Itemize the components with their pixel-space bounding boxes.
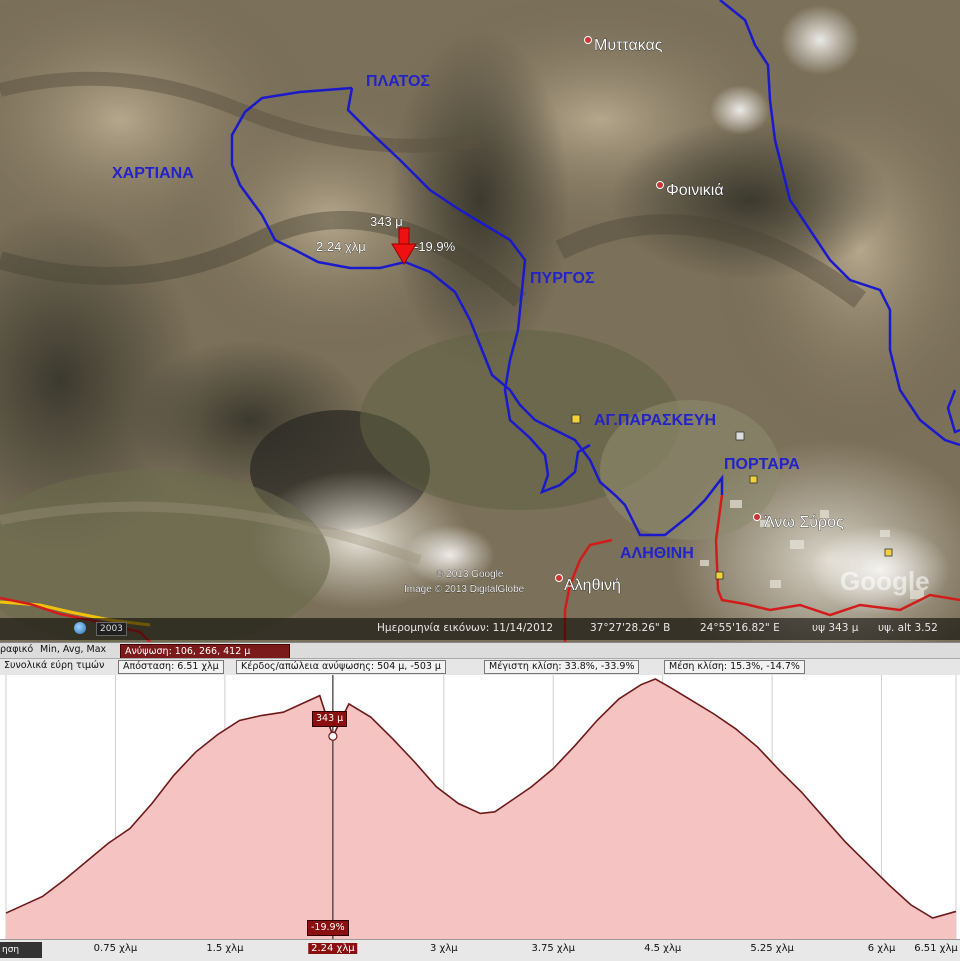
latitude-readout: 37°27'28.26" B: [590, 622, 671, 634]
church-icon: [735, 431, 745, 441]
historical-imagery-globe-icon[interactable]: [74, 622, 86, 634]
church-icon: [884, 548, 893, 557]
x-tick-label: 6.51 χλμ: [914, 943, 958, 954]
x-tick-label: 6 χλμ: [867, 943, 896, 954]
profile-x-axis: ηση 0.75 χλμ 1.5 χλμ 2.24 χλμ 3 χλμ 3.75 χλμ…: [0, 939, 960, 961]
place-pin-muttakas[interactable]: [584, 36, 592, 44]
place-label-ano-syros: Άνω Σύρος: [764, 514, 844, 531]
label-chartiana: ΧΑΡΤΙΑΝΑ: [112, 165, 194, 182]
min-avg-max-label[interactable]: Min, Avg, Max: [40, 644, 106, 655]
elevation-summary-badge[interactable]: Ανύψωση: 106, 266, 412 μ: [120, 644, 290, 659]
gain-loss-summary: Κέρδος/απώλεια ανύψωσης: 504 μ, -503 μ: [236, 660, 446, 674]
graph-label[interactable]: ραφικό: [0, 644, 33, 655]
church-icon: [715, 571, 724, 580]
terrain-texture: [0, 0, 960, 642]
profile-area: [6, 679, 956, 939]
x-tick-label: 5.25 χλμ: [750, 943, 794, 954]
elevation-readout: υψ 343 μ: [812, 622, 859, 634]
eye-alt-readout: υψ. alt 3.52: [878, 622, 938, 634]
historical-year-badge[interactable]: 2003: [96, 622, 127, 636]
satellite-map[interactable]: ΠΛΑΤΟΣ ΧΑΡΤΙΑΝΑ ΠΥΡΓΟΣ ΑΓ.ΠΑΡΑΣΚΕΥΗ ΠΟΡΤ…: [0, 0, 960, 642]
x-tick-label: 0.75 χλμ: [93, 943, 138, 954]
place-label-alithini: Αληθινή: [564, 577, 621, 594]
label-portara: ΠΟΡΤΑΡΑ: [724, 456, 800, 473]
label-alithini-caps: ΑΛΗΘΙΝΗ: [620, 545, 694, 562]
label-pyrgos: ΠΥΡΓΟΣ: [530, 270, 595, 287]
profile-header-row2: Συνολικά εύρη τιμών Απόσταση: 6.51 χλμ Κ…: [0, 658, 960, 676]
place-pin-ano-syros[interactable]: [753, 513, 761, 521]
cursor-slope-tag: -19.9%: [307, 920, 349, 936]
x-tick-label: 3 χλμ: [429, 943, 458, 954]
copyright-imagery: Image © 2013 DigitalGlobe: [404, 584, 525, 595]
label-platos: ΠΛΑΤΟΣ: [366, 73, 430, 90]
place-pin-foinikia[interactable]: [656, 181, 664, 189]
cursor-point[interactable]: [328, 731, 338, 741]
cursor-slope-label: -19.9%: [414, 239, 456, 254]
place-label-foinikia: Φοινικιά: [666, 182, 724, 199]
cursor-elevation-label: 343 μ: [370, 214, 403, 229]
x-tick-label: 3.75 χλμ: [531, 943, 575, 954]
range-label: Συνολικά εύρη τιμών: [4, 660, 105, 671]
max-slope-summary: Μέγιστη κλίση: 33.8%, -33.9%: [484, 660, 640, 674]
avg-slope-summary: Μέση κλίση: 15.3%, -14.7%: [664, 660, 805, 674]
church-icon: [571, 414, 581, 424]
copyright-google: © 2013 Google: [436, 569, 504, 580]
distance-summary: Απόσταση: 6.51 χλμ: [118, 660, 224, 674]
church-icon: [749, 475, 758, 484]
cursor-elevation-tag: 343 μ: [312, 711, 348, 727]
imagery-date: Ημερομηνία εικόνων: 11/14/2012: [377, 622, 554, 634]
profile-left-box[interactable]: ηση: [0, 942, 42, 958]
place-label-muttakas: Μυττακας: [594, 37, 663, 54]
x-tick-label: 1.5 χλμ: [206, 943, 244, 954]
longitude-readout: 24°55'16.82" E: [700, 622, 780, 634]
place-pin-alithini[interactable]: [555, 574, 563, 582]
x-tick-label: 2.24 χλμ: [308, 943, 358, 954]
elevation-profile-chart[interactable]: 343 μ -19.9%: [0, 675, 960, 960]
cursor-distance-label: 2.24 χλμ: [316, 239, 366, 254]
map-canvas[interactable]: ΠΛΑΤΟΣ ΧΑΡΤΙΑΝΑ ΠΥΡΓΟΣ ΑΓ.ΠΑΡΑΣΚΕΥΗ ΠΟΡΤ…: [0, 0, 960, 642]
google-logo: Google: [840, 566, 930, 596]
profile-header-row1: ραφικό Min, Avg, Max Ανύψωση: 106, 266, …: [0, 642, 960, 659]
x-tick-label: 4.5 χλμ: [644, 943, 682, 954]
elevation-profile-svg[interactable]: [0, 675, 960, 939]
map-status-bar: Ημερομηνία εικόνων: 11/14/2012 37°27'28.…: [0, 618, 960, 640]
label-ag-paraskevi: ΑΓ.ΠΑΡΑΣΚΕΥΗ: [594, 412, 716, 429]
